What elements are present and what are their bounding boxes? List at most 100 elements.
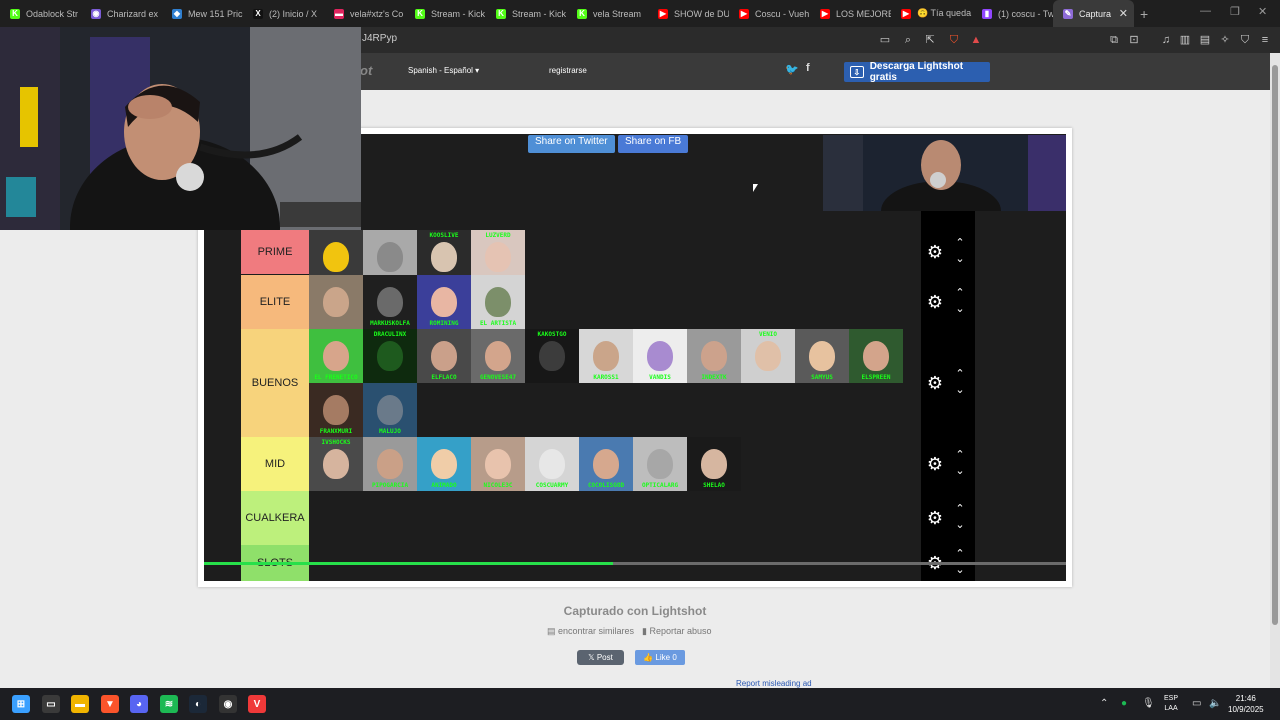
menu-icon[interactable]: ≡ (1258, 33, 1272, 47)
twitter-icon[interactable]: 🐦 (785, 63, 799, 76)
share-fb-button[interactable]: Share on FB (618, 135, 689, 153)
network-icon[interactable]: ▭ (1192, 698, 1201, 709)
browser-tab[interactable]: X (2) Inicio / X (243, 0, 324, 27)
move-up-chevron-icon[interactable]: ⌃ (953, 288, 967, 299)
move-down-chevron-icon[interactable]: ⌄ (953, 254, 967, 265)
tier-label[interactable]: CUALKERA (241, 491, 309, 545)
streamer-thumbnail[interactable]: SAMYUS (795, 329, 849, 383)
move-up-chevron-icon[interactable]: ⌃ (953, 238, 967, 249)
move-down-chevron-icon[interactable]: ⌄ (953, 466, 967, 477)
tier-settings-gear-icon[interactable]: ⚙ (925, 373, 945, 393)
browser-tab[interactable]: Kvela Stream (567, 0, 648, 27)
browser-tab[interactable]: ✎ Captura ✕ (1053, 0, 1134, 27)
streamer-thumbnail[interactable]: ANIMADO (417, 437, 471, 491)
x-post-button[interactable]: 𝕏 Post (577, 650, 624, 665)
streamer-thumbnail[interactable]: EL ARTISTA (471, 275, 525, 329)
minimize-icon[interactable]: — (1200, 5, 1211, 17)
extensions-icon[interactable]: ⧉ (1107, 33, 1121, 47)
report-ad-link[interactable]: Report misleading ad (736, 679, 812, 688)
browser-tab[interactable]: ▮ (1) coscu - Tw (972, 0, 1053, 27)
share-twitter-button[interactable]: Share on Twitter (528, 135, 615, 153)
tier-settings-gear-icon[interactable]: ⚙ (925, 242, 945, 262)
close-window-icon[interactable]: ✕ (1258, 5, 1267, 18)
find-similar-link[interactable]: ▤ encontrar similares (547, 626, 634, 637)
tray-chevron-icon[interactable]: ⌃ (1100, 698, 1108, 709)
browser-tab[interactable]: K Stream - Kick (486, 0, 567, 27)
restore-icon[interactable]: ❐ (1230, 5, 1240, 18)
tier-label[interactable]: BUENOS (241, 329, 309, 437)
streamer-thumbnail[interactable]: FRANXMURI (309, 383, 363, 437)
move-down-chevron-icon[interactable]: ⌄ (953, 304, 967, 315)
streamer-thumbnail[interactable]: VENIO (741, 329, 795, 383)
streamer-thumbnail[interactable]: INDEXTK (687, 329, 741, 383)
share-icon[interactable]: ⇱ (923, 33, 937, 47)
streamer-thumbnail[interactable]: COSCUARMY (525, 437, 579, 491)
move-up-chevron-icon[interactable]: ⌃ (953, 549, 967, 560)
streamer-thumbnail[interactable]: ELSPREEN (849, 329, 903, 383)
move-up-chevron-icon[interactable]: ⌃ (953, 504, 967, 515)
input-language[interactable]: ESP LAA (1164, 694, 1178, 714)
browser-tab[interactable]: ▶ Coscu - Vueh (729, 0, 810, 27)
streamer-thumbnail[interactable]: SHELAO (687, 437, 741, 491)
register-link[interactable]: registrarse (549, 66, 587, 75)
streamer-thumbnail[interactable] (309, 275, 363, 329)
browser-tab[interactable]: ▶ SHOW de DU (648, 0, 729, 27)
spotify-icon[interactable]: ≋ (160, 695, 178, 713)
folder-icon[interactable]: ▬ (71, 695, 89, 713)
wallet-icon[interactable]: ▤ (1198, 33, 1212, 47)
tier-label[interactable]: PRIME (241, 230, 309, 274)
streamer-thumbnail[interactable]: ROMINING (417, 275, 471, 329)
discord-icon[interactable]: ◕ (130, 695, 148, 713)
streamer-thumbnail[interactable]: MALUJO (363, 383, 417, 437)
download-lightshot-button[interactable]: ⇩ Descarga Lightshot gratis (844, 61, 990, 83)
language-select[interactable]: Spanish - Español ▾ (408, 66, 479, 75)
music-icon[interactable]: ♫ (1159, 33, 1173, 47)
clock[interactable]: 21:46 10/9/2025 (1228, 693, 1264, 715)
browser-tab[interactable]: K Odablock Str (0, 0, 81, 27)
report-abuse-link[interactable]: ▮ Reportar abuso (642, 626, 712, 637)
brave-shield-icon[interactable]: ⛉ (947, 33, 961, 47)
rewards-icon[interactable]: ▲ (969, 33, 983, 47)
tray-status-icon[interactable]: ● (1121, 698, 1127, 709)
file-explorer-dark-icon[interactable]: ▭ (42, 695, 60, 713)
browser-tab[interactable]: ▶ 🙃 Tía queda (891, 0, 972, 27)
move-down-chevron-icon[interactable]: ⌄ (953, 565, 967, 576)
scroll-thumb[interactable] (1272, 65, 1278, 625)
capture-icon[interactable]: ⊡ (1127, 33, 1141, 47)
tier-label[interactable]: ELITE (241, 275, 309, 329)
browser-tab[interactable]: ▬ vela#xtz's Co (324, 0, 405, 27)
browser-tab[interactable]: ▶ LOS MEJORES (810, 0, 891, 27)
streamer-thumbnail[interactable]: COCOLISGOD (579, 437, 633, 491)
vivaldi-icon[interactable]: V (248, 695, 266, 713)
streamer-thumbnail[interactable]: IVSHOCKS (309, 437, 363, 491)
tier-settings-gear-icon[interactable]: ⚙ (925, 292, 945, 312)
streamer-thumbnail[interactable]: GENOVESE47 (471, 329, 525, 383)
url-text[interactable]: J4RPyp (362, 33, 397, 44)
streamer-thumbnail[interactable]: NICOLE3C (471, 437, 525, 491)
screen-icon[interactable]: ▭ (878, 33, 892, 47)
streamer-thumbnail[interactable]: EL FRENETICO (309, 329, 363, 383)
tier-settings-gear-icon[interactable]: ⚙ (925, 454, 945, 474)
streamer-thumbnail[interactable]: VANDIS (633, 329, 687, 383)
facebook-icon[interactable]: f (806, 62, 810, 74)
move-up-chevron-icon[interactable]: ⌃ (953, 450, 967, 461)
facebook-like-button[interactable]: 👍 Like 0 (635, 650, 685, 665)
move-up-chevron-icon[interactable]: ⌃ (953, 369, 967, 380)
tab-close-icon[interactable]: ✕ (1119, 7, 1128, 20)
tier-label[interactable]: MID (241, 437, 309, 491)
streamer-thumbnail[interactable]: DRACULINX (363, 329, 417, 383)
move-down-chevron-icon[interactable]: ⌄ (953, 385, 967, 396)
move-down-chevron-icon[interactable]: ⌄ (953, 520, 967, 531)
sidebar-icon[interactable]: ▥ (1178, 33, 1192, 47)
vpn-icon[interactable]: ⛉ (1238, 33, 1252, 47)
lightshot-logo[interactable]: ot (360, 63, 372, 78)
microphone-icon[interactable]: 🎙 (1142, 698, 1155, 709)
new-tab-icon[interactable]: + (1140, 6, 1148, 22)
tier-settings-gear-icon[interactable]: ⚙ (925, 508, 945, 528)
streamer-thumbnail[interactable]: PIPOGARCIA (363, 437, 417, 491)
windows-start-icon[interactable]: ⊞ (12, 695, 30, 713)
streamer-thumbnail[interactable]: OPTICALARG (633, 437, 687, 491)
leo-ai-icon[interactable]: ✧ (1218, 33, 1232, 47)
page-scrollbar[interactable] (1270, 53, 1280, 688)
browser-tab[interactable]: ◉ Charizard ex (81, 0, 162, 27)
